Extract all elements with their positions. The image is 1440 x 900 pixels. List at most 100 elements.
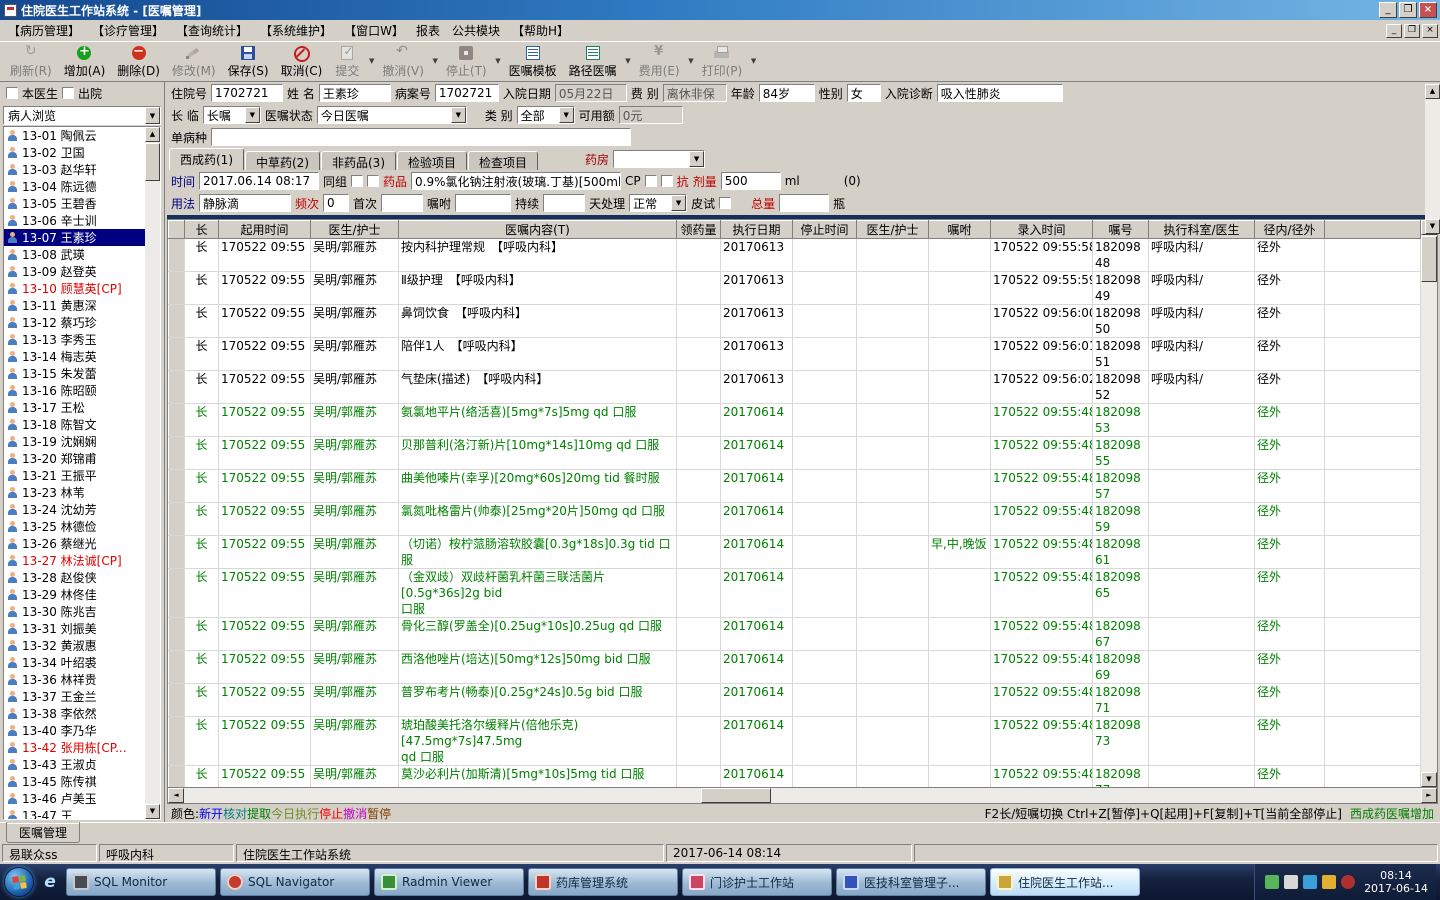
row-selector[interactable] (168, 337, 185, 371)
mdi-close-button[interactable]: × (1422, 23, 1438, 38)
list-item[interactable]: 13-27 林法诚[CP] (4, 552, 145, 569)
row-selector[interactable] (168, 238, 185, 272)
list-item[interactable]: 13-08 武瑛 (4, 246, 145, 263)
row-selector[interactable] (168, 304, 185, 338)
list-item[interactable]: 13-25 林德俭 (4, 518, 145, 535)
first-dose-field[interactable] (381, 194, 424, 212)
mdi-minimize-button[interactable]: _ (1386, 23, 1402, 38)
col-exec-dept[interactable]: 执行科室/医生 (1148, 220, 1255, 239)
process-select[interactable]: 正常 ▼ (629, 194, 688, 212)
row-selector[interactable] (168, 469, 185, 503)
name-field[interactable]: 王素珍 (318, 84, 391, 102)
list-item[interactable]: 13-03 赵华轩 (4, 161, 145, 178)
table-row[interactable]: 长 170522 09:55 吴明/郭雁苏 氨氯地平片(络活喜)[5mg*7s]… (168, 403, 1421, 437)
instruction-field[interactable] (455, 194, 512, 212)
tray-volume-icon[interactable] (1322, 875, 1337, 889)
tab-item[interactable]: 检查项目 (468, 151, 539, 170)
tab-item[interactable]: 中草药(2) (245, 151, 320, 170)
list-item[interactable]: 13-40 李乃华 (4, 722, 145, 739)
list-item[interactable]: 13-11 黄惠深 (4, 297, 145, 314)
toolbar-button[interactable]: 撤消(V) ▼ (376, 43, 440, 81)
chevron-down-icon[interactable]: ▼ (495, 57, 500, 65)
drug-name-field[interactable]: 0.9%氯化钠注射液(玻璃.丁基)[500ml] (411, 172, 622, 190)
tab-order-management[interactable]: 医嘱管理 (6, 822, 81, 843)
list-item[interactable]: 13-01 陶佩云 (4, 127, 145, 144)
col-flag[interactable]: 长 (184, 220, 219, 239)
list-item[interactable]: 13-30 陈兆吉 (4, 603, 145, 620)
table-row[interactable]: 长 170522 09:55 吴明/郭雁苏 西洛他唑片(培达)[50mg*12s… (168, 650, 1421, 684)
scroll-down-icon[interactable]: ▼ (1421, 772, 1437, 787)
taskbar-button[interactable]: 门诊护士工作站 (682, 868, 832, 896)
table-row[interactable]: 长 170522 09:55 吴明/郭雁苏 曲美他嗪片(幸孚)[20mg*60s… (168, 469, 1421, 503)
toolbar-button[interactable]: 医嘱模板 ▼ (503, 43, 563, 81)
table-row[interactable]: 长 170522 09:55 吴明/郭雁苏 莫沙必利片(加斯清)[5mg*10s… (168, 765, 1421, 787)
usage-field[interactable]: 静脉滴 (199, 194, 292, 212)
my-doctor-checkbox[interactable] (6, 87, 18, 99)
anti-checkbox[interactable] (660, 175, 673, 187)
list-item[interactable]: 13-17 王松 (4, 399, 145, 416)
row-selector[interactable] (168, 370, 185, 404)
row-selector[interactable] (168, 683, 185, 717)
sex-field[interactable]: 女 (846, 84, 881, 102)
col-doctor-nurse2[interactable]: 医生/护士 (856, 220, 929, 239)
list-item[interactable]: 13-24 沈幼芳 (4, 501, 145, 518)
list-item[interactable]: 13-13 李秀玉 (4, 331, 145, 348)
list-item[interactable]: 13-31 刘振美 (4, 620, 145, 637)
list-item[interactable]: 13-28 赵俊侠 (4, 569, 145, 586)
toolbar-button[interactable]: 提交 ▼ (328, 43, 376, 81)
scrollbar-thumb[interactable] (145, 143, 160, 181)
menu-item[interactable]: 【帮助H】 (506, 20, 575, 41)
toolbar-button[interactable]: 删除(D) ▼ (111, 43, 166, 81)
list-item[interactable]: 13-21 王振平 (4, 467, 145, 484)
minimize-button[interactable]: _ (1379, 2, 1397, 18)
chevron-down-icon[interactable]: ▼ (671, 195, 687, 211)
drug-checkbox[interactable] (367, 175, 380, 187)
tab-item[interactable]: 非药品(3) (321, 151, 396, 170)
row-selector[interactable] (168, 436, 185, 470)
scroll-left-icon[interactable]: ◄ (168, 788, 184, 803)
age-field[interactable]: 84岁 (758, 84, 815, 102)
col-stop-time[interactable]: 停止时间 (792, 220, 857, 239)
table-row[interactable]: 长 170522 09:55 吴明/郭雁苏 陪伴1人 【呼吸内科】 201706… (168, 337, 1421, 371)
chevron-down-icon[interactable]: ▼ (689, 151, 705, 167)
total-field[interactable] (779, 194, 830, 212)
chevron-down-icon[interactable]: ▼ (688, 57, 693, 65)
row-selector[interactable] (168, 535, 185, 569)
list-item[interactable]: 13-42 张用栋[CP... (4, 739, 145, 756)
list-item[interactable]: 13-05 王碧香 (4, 195, 145, 212)
chevron-down-icon[interactable]: ▼ (433, 57, 438, 65)
scrollbar-thumb[interactable] (1421, 236, 1437, 282)
table-row[interactable]: 长 170522 09:55 吴明/郭雁苏 （金双歧）双歧杆菌乳杆菌三联活菌片[… (168, 568, 1421, 618)
toolbar-button[interactable]: 修改(M) ▼ (166, 43, 222, 81)
row-selector[interactable] (168, 617, 185, 651)
table-row[interactable]: 长 170522 09:55 吴明/郭雁苏 按内科护理常规 【呼吸内科】 201… (168, 238, 1421, 272)
taskbar-button[interactable]: SQL Monitor (66, 868, 216, 896)
scroll-down-icon[interactable]: ▼ (1425, 219, 1440, 234)
menu-item[interactable]: 公共模块 (446, 20, 506, 41)
chevron-down-icon[interactable]: ▼ (145, 107, 160, 124)
list-item[interactable]: 13-46 卢美玉 (4, 790, 145, 807)
patient-list-scrollbar[interactable]: ▲ ▼ (145, 127, 160, 819)
list-item[interactable]: 13-45 陈传祺 (4, 773, 145, 790)
taskbar-button[interactable]: 住院医生工作站... (990, 868, 1140, 896)
tray-shield-icon[interactable] (1265, 875, 1280, 889)
start-button[interactable] (4, 867, 34, 897)
table-row[interactable]: 长 170522 09:55 吴明/郭雁苏 Ⅱ级护理 【呼吸内科】 201706… (168, 271, 1421, 305)
list-item[interactable]: 13-37 王金兰 (4, 688, 145, 705)
skin-test-checkbox[interactable] (719, 197, 732, 209)
toolbar-button[interactable]: 打印(P) ▼ (696, 43, 759, 81)
form-scrollbar[interactable]: ▲ ▼ (1425, 84, 1440, 234)
cp-checkbox[interactable] (644, 175, 657, 187)
list-item[interactable]: 13-02 卫国 (4, 144, 145, 161)
row-selector[interactable] (168, 271, 185, 305)
close-button[interactable]: × (1419, 2, 1437, 18)
menu-item[interactable]: 【窗口W】 (338, 20, 410, 41)
table-row[interactable]: 长 170522 09:55 吴明/郭雁苏 骨化三醇(罗盖全)[0.25ug*1… (168, 617, 1421, 651)
list-item[interactable]: 13-12 蔡巧珍 (4, 314, 145, 331)
toolbar-button[interactable]: 路径医嘱 ▼ (563, 43, 633, 81)
list-item[interactable]: 13-43 王淑贞 (4, 756, 145, 773)
grid-vertical-scrollbar[interactable]: ▲ ▼ (1421, 220, 1437, 787)
row-selector[interactable] (168, 403, 185, 437)
scroll-right-icon[interactable]: ► (1421, 788, 1437, 803)
table-row[interactable]: 长 170522 09:55 吴明/郭雁苏 氯氮吡格雷片(帅泰)[25mg*20… (168, 502, 1421, 536)
